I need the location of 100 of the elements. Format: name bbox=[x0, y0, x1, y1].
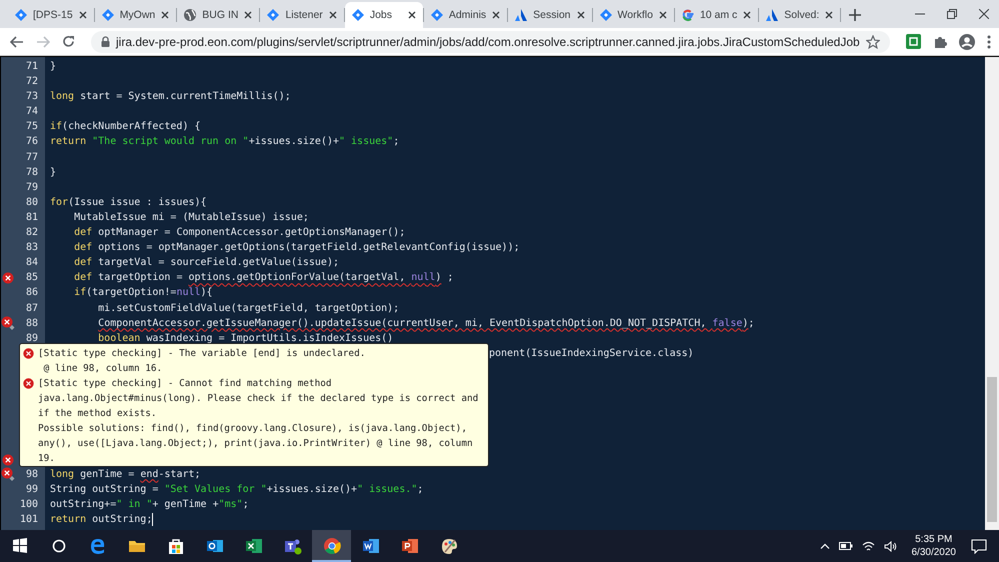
star-icon[interactable] bbox=[866, 34, 880, 48]
close-icon[interactable] bbox=[243, 10, 254, 20]
code-line: } bbox=[49, 60, 56, 74]
globe-icon bbox=[183, 8, 198, 22]
scrollbar[interactable] bbox=[985, 57, 999, 530]
line-number: 100 bbox=[18, 498, 39, 512]
line-number: 76 bbox=[24, 135, 39, 150]
scrollbar-thumb[interactable] bbox=[987, 377, 997, 522]
extension-icon[interactable] bbox=[906, 34, 921, 49]
diamond-icon bbox=[598, 8, 613, 22]
profile-icon[interactable] bbox=[958, 34, 975, 50]
close-icon[interactable] bbox=[658, 10, 668, 20]
line-number: 71 bbox=[24, 60, 39, 74]
code-line: def options = optManager.getOptions(targetField.getRelevantConfig(issue)); bbox=[73, 241, 520, 256]
triangle-icon bbox=[514, 8, 528, 22]
speaker-icon[interactable] bbox=[884, 540, 896, 552]
notification-icon[interactable] bbox=[971, 538, 987, 554]
puzzle-icon[interactable] bbox=[932, 34, 947, 48]
code-line: ComponentAccessor.getIssueManager().updateIssue(currentUser, mi, EventDispatchOption.DO_NOT_DISPATCH, false); bbox=[97, 316, 754, 331]
code-line: outString+=" in "+ genTime +"ms"; bbox=[49, 498, 249, 512]
line-number: 77 bbox=[24, 150, 39, 165]
line-number: 101 bbox=[18, 512, 39, 527]
line-number: 84 bbox=[24, 256, 39, 270]
code-line: if(targetOption!=null){ bbox=[73, 286, 213, 300]
reload-icon[interactable] bbox=[62, 35, 75, 48]
line-number: 74 bbox=[24, 105, 39, 120]
new-tab-icon[interactable] bbox=[849, 9, 862, 21]
line-number: 88 bbox=[24, 316, 39, 331]
code-line: MutableIssue mi = (MutableIssue) issue; bbox=[73, 210, 309, 225]
round-browser-icon bbox=[322, 536, 342, 556]
line-number: 99 bbox=[24, 482, 39, 497]
code-line: ponent(IssueIndexingService.class) bbox=[489, 346, 694, 361]
spreadsheet-app-icon bbox=[244, 536, 264, 556]
diamond-icon bbox=[100, 8, 115, 22]
browser-tab[interactable]: Solved: bbox=[759, 2, 840, 28]
clock-time: 5:35 PM bbox=[915, 533, 952, 546]
triangle-icon bbox=[765, 8, 780, 22]
code-line: long genTime = end-start; bbox=[49, 468, 201, 482]
restore-icon[interactable] bbox=[947, 9, 957, 19]
browser-tab[interactable]: BUG IN bbox=[177, 2, 260, 28]
caret-up-icon[interactable] bbox=[820, 543, 830, 549]
browser-tab[interactable]: Adminis bbox=[424, 2, 508, 28]
code-line: for(Issue issue : issues){ bbox=[49, 196, 207, 210]
menu-icon[interactable] bbox=[986, 34, 991, 48]
clock[interactable]: 5:35 PM 6/30/2020 bbox=[906, 533, 962, 559]
line-number: 86 bbox=[24, 286, 39, 300]
url-text: jira.dev-pre-prod.eon.com/plugins/servlet/scriptrunner/admin/jobs/add/com.onresolve.scriptrunner.canned.jira.jobs.JiraCustomScheduledJob bbox=[116, 34, 860, 48]
browser-tab[interactable]: 10 am c bbox=[674, 2, 758, 28]
line-number: 81 bbox=[24, 210, 39, 225]
code-line: def optManager = ComponentAccessor.getOptionsManager(); bbox=[73, 226, 406, 240]
diamond-icon bbox=[266, 8, 280, 22]
error-icon bbox=[23, 378, 34, 389]
browser-tab[interactable]: Session bbox=[508, 2, 592, 28]
browser-tab[interactable]: Workflo bbox=[592, 2, 674, 28]
close-icon[interactable] bbox=[78, 10, 88, 20]
line-number: 72 bbox=[24, 75, 39, 90]
diamond-icon bbox=[430, 8, 444, 22]
code-line: def targetVal = sourceField.getValue(issue); bbox=[73, 256, 339, 270]
line-number: 89 bbox=[24, 332, 39, 346]
address-bar[interactable]: jira.dev-pre-prod.eon.com/plugins/servlet/scriptrunner/admin/jobs/add/com.onresolve.scriptrunner.canned.jira.jobs.JiraCustomScheduledJob bbox=[91, 30, 890, 52]
battery-icon[interactable] bbox=[838, 542, 852, 550]
slides-app-icon bbox=[400, 536, 420, 556]
browser-tab[interactable]: MyOwn bbox=[94, 2, 176, 28]
diamond-icon bbox=[14, 8, 28, 22]
close-icon[interactable] bbox=[328, 10, 338, 20]
line-number: 78 bbox=[24, 166, 39, 180]
back-arrow-icon[interactable] bbox=[10, 36, 24, 48]
line-number: 75 bbox=[24, 120, 39, 134]
document-app-icon bbox=[360, 536, 380, 556]
code-line: long start = System.currentTimeMillis(); bbox=[49, 90, 291, 104]
browser-tab[interactable]: [DPS-15 bbox=[8, 2, 94, 28]
close-icon[interactable] bbox=[160, 10, 170, 20]
code-line: return "The script would run on "+issues.size()+" issues"; bbox=[49, 135, 400, 150]
close-icon[interactable] bbox=[979, 9, 989, 19]
code-line: return outString; bbox=[49, 512, 152, 527]
code-line: if(checkNumberAffected) { bbox=[49, 120, 201, 134]
line-number: 80 bbox=[24, 196, 39, 210]
code-line: boolean wasIndexing = ImportUtils.isIndexIssues() bbox=[97, 332, 394, 346]
diamond-icon bbox=[350, 8, 365, 22]
error-icon bbox=[23, 348, 34, 359]
close-icon[interactable] bbox=[576, 10, 586, 20]
clock-date: 6/30/2020 bbox=[912, 546, 956, 559]
code-line: def targetOption = options.getOptionForValue(targetVal, null) ; bbox=[73, 271, 454, 286]
line-number: 98 bbox=[24, 468, 39, 482]
close-icon[interactable] bbox=[406, 10, 417, 20]
browser-tab[interactable]: Listener bbox=[260, 2, 344, 28]
line-number: 82 bbox=[24, 226, 39, 240]
line-number: 73 bbox=[24, 90, 39, 104]
line-number: 83 bbox=[24, 241, 39, 256]
line-number: 79 bbox=[24, 180, 39, 195]
code-line: } bbox=[49, 166, 56, 180]
close-icon[interactable] bbox=[742, 10, 752, 20]
lock-icon bbox=[101, 36, 110, 47]
wifi-icon[interactable] bbox=[862, 540, 874, 552]
error-message: [Static type checking] - Cannot find matching method java.lang.Object#minus(long). Please check if the declared type is correct and if the method exists. Possible solutions: find(), find(groovy.lang.Closure), is(java.lang.Object), any(), use([Ljava.lang.Object;), print(java.io.PrintWriter) @ line 98, column 19. bbox=[38, 376, 480, 466]
browser-tab[interactable]: Jobs bbox=[344, 2, 423, 28]
line-number: 87 bbox=[24, 302, 39, 316]
code-line: mi.setCustomFieldValue(targetField, targetOption); bbox=[97, 302, 400, 316]
close-icon[interactable] bbox=[824, 10, 834, 20]
close-icon[interactable] bbox=[491, 10, 502, 20]
